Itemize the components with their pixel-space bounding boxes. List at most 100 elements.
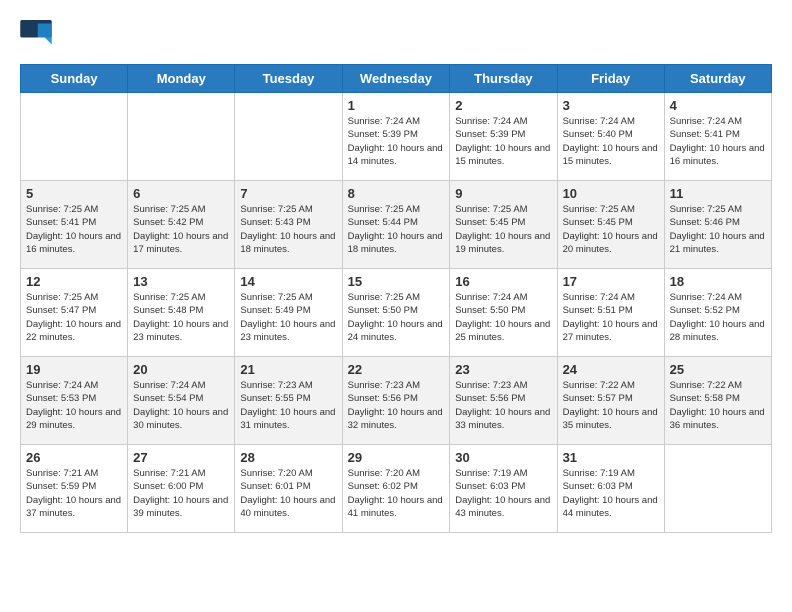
day-info: Sunrise: 7:23 AM Sunset: 5:56 PM Dayligh… [348,379,445,432]
calendar-cell: 2 Sunrise: 7:24 AM Sunset: 5:39 PM Daylig… [450,93,557,181]
day-info: Sunrise: 7:25 AM Sunset: 5:44 PM Dayligh… [348,203,445,256]
calendar-cell: 30 Sunrise: 7:19 AM Sunset: 6:03 PM Dayli… [450,445,557,533]
calendar-cell: 19Sunrise: 7:24 AM Sunset: 5:53 PM Dayli… [21,357,128,445]
day-number: 21 [240,362,336,377]
day-info: Sunrise: 7:24 AM Sunset: 5:39 PM Dayligh… [455,115,551,168]
day-info: Sunrise: 7:25 AM Sunset: 5:45 PM Dayligh… [455,203,551,256]
day-number: 30 [455,450,551,465]
calendar-cell: 12 Sunrise: 7:25 AM Sunset: 5:47 PM Dayli… [21,269,128,357]
day-info: Sunrise: 7:25 AM Sunset: 5:50 PM Dayligh… [348,291,445,344]
day-info: Sunrise: 7:24 AM Sunset: 5:40 PM Dayligh… [563,115,659,168]
day-info: Sunrise: 7:24 AM Sunset: 5:39 PM Dayligh… [348,115,445,168]
day-info: Sunrise: 7:19 AM Sunset: 6:03 PM Dayligh… [455,467,551,520]
logo-icon [20,20,52,48]
day-info: Sunrise: 7:20 AM Sunset: 6:01 PM Dayligh… [240,467,336,520]
day-number: 1 [348,98,445,113]
day-number: 20 [133,362,229,377]
calendar-week-row-3: 12 Sunrise: 7:25 AM Sunset: 5:47 PM Dayli… [21,269,772,357]
calendar-cell: 9Sunrise: 7:25 AM Sunset: 5:45 PM Daylig… [450,181,557,269]
day-number: 6 [133,186,229,201]
day-info: Sunrise: 7:22 AM Sunset: 5:58 PM Dayligh… [670,379,766,432]
day-number: 23 [455,362,551,377]
day-number: 4 [670,98,766,113]
day-info: Sunrise: 7:24 AM Sunset: 5:50 PM Dayligh… [455,291,551,344]
day-info: Sunrise: 7:21 AM Sunset: 5:59 PM Dayligh… [26,467,122,520]
day-info: Sunrise: 7:20 AM Sunset: 6:02 PM Dayligh… [348,467,445,520]
day-number: 24 [563,362,659,377]
calendar-cell [235,93,342,181]
calendar-cell [128,93,235,181]
day-info: Sunrise: 7:25 AM Sunset: 5:47 PM Dayligh… [26,291,122,344]
calendar-header-thursday: Thursday [450,65,557,93]
day-number: 3 [563,98,659,113]
calendar-cell: 8 Sunrise: 7:25 AM Sunset: 5:44 PM Daylig… [342,181,450,269]
day-info: Sunrise: 7:25 AM Sunset: 5:45 PM Dayligh… [563,203,659,256]
day-number: 26 [26,450,122,465]
calendar-cell: 28 Sunrise: 7:20 AM Sunset: 6:01 PM Dayli… [235,445,342,533]
day-number: 7 [240,186,336,201]
day-number: 22 [348,362,445,377]
day-number: 10 [563,186,659,201]
day-info: Sunrise: 7:25 AM Sunset: 5:41 PM Dayligh… [26,203,122,256]
calendar-cell: 10 Sunrise: 7:25 AM Sunset: 5:45 PM Dayli… [557,181,664,269]
calendar-cell [21,93,128,181]
day-info: Sunrise: 7:25 AM Sunset: 5:49 PM Dayligh… [240,291,336,344]
day-info: Sunrise: 7:24 AM Sunset: 5:41 PM Dayligh… [670,115,766,168]
day-info: Sunrise: 7:22 AM Sunset: 5:57 PM Dayligh… [563,379,659,432]
day-number: 19 [26,362,122,377]
calendar-cell: 13 Sunrise: 7:25 AM Sunset: 5:48 PM Dayli… [128,269,235,357]
calendar-header-tuesday: Tuesday [235,65,342,93]
calendar-cell: 1 Sunrise: 7:24 AM Sunset: 5:39 PM Daylig… [342,93,450,181]
calendar-week-row-1: 1 Sunrise: 7:24 AM Sunset: 5:39 PM Daylig… [21,93,772,181]
day-info: Sunrise: 7:25 AM Sunset: 5:43 PM Dayligh… [240,203,336,256]
calendar-cell: 6 Sunrise: 7:25 AM Sunset: 5:42 PM Daylig… [128,181,235,269]
calendar-header-wednesday: Wednesday [342,65,450,93]
calendar-cell: 29 Sunrise: 7:20 AM Sunset: 6:02 PM Dayli… [342,445,450,533]
day-number: 27 [133,450,229,465]
calendar-cell: 15Sunrise: 7:25 AM Sunset: 5:50 PM Dayli… [342,269,450,357]
calendar-cell: 31 Sunrise: 7:19 AM Sunset: 6:03 PM Dayli… [557,445,664,533]
calendar-week-row-4: 19Sunrise: 7:24 AM Sunset: 5:53 PM Dayli… [21,357,772,445]
day-number: 5 [26,186,122,201]
day-number: 13 [133,274,229,289]
calendar-cell: 3 Sunrise: 7:24 AM Sunset: 5:40 PM Daylig… [557,93,664,181]
calendar-header-row: SundayMondayTuesdayWednesdayThursdayFrid… [21,65,772,93]
day-info: Sunrise: 7:23 AM Sunset: 5:56 PM Dayligh… [455,379,551,432]
day-number: 16 [455,274,551,289]
logo [20,20,54,48]
day-number: 2 [455,98,551,113]
page-header [20,20,772,48]
calendar-cell: 26 Sunrise: 7:21 AM Sunset: 5:59 PM Dayli… [21,445,128,533]
day-number: 29 [348,450,445,465]
calendar-cell: 17Sunrise: 7:24 AM Sunset: 5:51 PM Dayli… [557,269,664,357]
day-info: Sunrise: 7:23 AM Sunset: 5:55 PM Dayligh… [240,379,336,432]
calendar-cell: 7 Sunrise: 7:25 AM Sunset: 5:43 PM Daylig… [235,181,342,269]
calendar-cell: 5 Sunrise: 7:25 AM Sunset: 5:41 PM Daylig… [21,181,128,269]
day-number: 12 [26,274,122,289]
day-info: Sunrise: 7:25 AM Sunset: 5:48 PM Dayligh… [133,291,229,344]
calendar-cell: 18Sunrise: 7:24 AM Sunset: 5:52 PM Dayli… [664,269,771,357]
day-number: 17 [563,274,659,289]
day-number: 28 [240,450,336,465]
calendar-cell: 25Sunrise: 7:22 AM Sunset: 5:58 PM Dayli… [664,357,771,445]
calendar-header-saturday: Saturday [664,65,771,93]
calendar-cell: 16 Sunrise: 7:24 AM Sunset: 5:50 PM Dayli… [450,269,557,357]
day-number: 18 [670,274,766,289]
calendar-cell: 4 Sunrise: 7:24 AM Sunset: 5:41 PM Daylig… [664,93,771,181]
day-number: 8 [348,186,445,201]
calendar-cell: 11 Sunrise: 7:25 AM Sunset: 5:46 PM Dayli… [664,181,771,269]
calendar-cell [664,445,771,533]
day-info: Sunrise: 7:25 AM Sunset: 5:42 PM Dayligh… [133,203,229,256]
calendar-cell: 20 Sunrise: 7:24 AM Sunset: 5:54 PM Dayli… [128,357,235,445]
calendar-cell: 27Sunrise: 7:21 AM Sunset: 6:00 PM Dayli… [128,445,235,533]
calendar-cell: 24 Sunrise: 7:22 AM Sunset: 5:57 PM Dayli… [557,357,664,445]
day-info: Sunrise: 7:19 AM Sunset: 6:03 PM Dayligh… [563,467,659,520]
calendar-week-row-2: 5 Sunrise: 7:25 AM Sunset: 5:41 PM Daylig… [21,181,772,269]
day-number: 11 [670,186,766,201]
day-info: Sunrise: 7:25 AM Sunset: 5:46 PM Dayligh… [670,203,766,256]
day-info: Sunrise: 7:24 AM Sunset: 5:54 PM Dayligh… [133,379,229,432]
calendar-cell: 14Sunrise: 7:25 AM Sunset: 5:49 PM Dayli… [235,269,342,357]
day-number: 31 [563,450,659,465]
calendar-week-row-5: 26 Sunrise: 7:21 AM Sunset: 5:59 PM Dayli… [21,445,772,533]
calendar-cell: 22 Sunrise: 7:23 AM Sunset: 5:56 PM Dayli… [342,357,450,445]
